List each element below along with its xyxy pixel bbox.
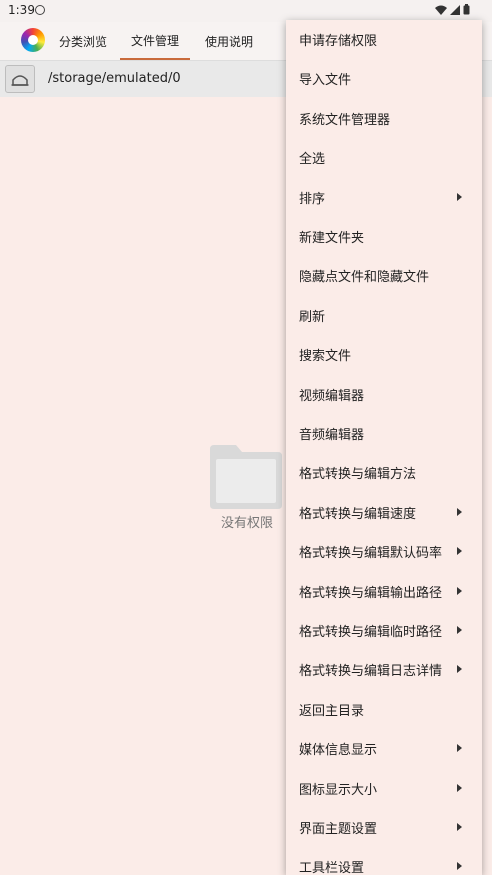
menu-item-label: 格式转换与编辑方法 [299, 467, 417, 483]
submenu-arrow-icon [457, 665, 462, 674]
status-icons [435, 4, 470, 15]
menu-item[interactable]: 导入文件 [286, 59, 482, 98]
folder-icon [210, 445, 282, 509]
menu-item[interactable]: 媒体信息显示 [286, 729, 482, 768]
status-time: 1:39 [8, 3, 35, 17]
menu-item-label: 媒体信息显示 [299, 743, 378, 759]
submenu-arrow-icon [457, 586, 462, 595]
menu-item[interactable]: 视频编辑器 [286, 375, 482, 414]
menu-item[interactable]: 刷新 [286, 296, 482, 335]
submenu-arrow-icon [457, 547, 462, 556]
menu-item[interactable]: 格式转换与编辑方法 [286, 453, 482, 492]
menu-item[interactable]: 新建文件夹 [286, 217, 482, 256]
submenu-arrow-icon [457, 192, 462, 201]
current-path: /storage/emulated/0 [48, 71, 181, 86]
menu-item[interactable]: 系统文件管理器 [286, 99, 482, 138]
menu-item[interactable]: 全选 [286, 138, 482, 177]
menu-item-label: 刷新 [299, 309, 326, 325]
menu-item[interactable]: 图标显示大小 [286, 769, 482, 808]
menu-item[interactable]: 格式转换与编辑临时路径 [286, 611, 482, 650]
menu-item[interactable]: 格式转换与编辑默认码率 [286, 532, 482, 571]
submenu-arrow-icon [457, 744, 462, 753]
home-button[interactable] [5, 65, 35, 93]
menu-item-label: 系统文件管理器 [299, 112, 391, 128]
menu-item-label: 视频编辑器 [299, 388, 365, 404]
menu-item[interactable]: 隐藏点文件和隐藏文件 [286, 256, 482, 295]
overflow-menu: 申请存储权限 导入文件系统文件管理器 全选排序新建文件夹隐藏点文件和隐藏文件 刷新搜索… [286, 20, 482, 875]
tab-instructions[interactable]: 使用说明 [198, 22, 260, 60]
menu-item-label: 格式转换与编辑日志详情 [299, 664, 443, 680]
menu-item-label: 全选 [299, 152, 326, 168]
wifi-icon [435, 5, 447, 15]
submenu-arrow-icon [457, 862, 462, 871]
menu-item-label: 排序 [299, 191, 326, 207]
menu-item[interactable]: 界面主题设置 [286, 808, 482, 847]
tab-file-manager[interactable]: 文件管理 [120, 22, 190, 60]
status-bar: 1:39 [0, 0, 492, 22]
menu-item-label: 隐藏点文件和隐藏文件 [299, 270, 430, 286]
empty-state-message: 没有权限 [221, 516, 274, 531]
submenu-arrow-icon [457, 507, 462, 516]
menu-item[interactable]: 格式转换与编辑速度 [286, 493, 482, 532]
menu-item-label: 新建文件夹 [299, 231, 365, 246]
submenu-arrow-icon [457, 783, 462, 792]
menu-item-label: 导入文件 [299, 73, 352, 89]
signal-icon [450, 4, 460, 15]
menu-item-label: 格式转换与编辑默认码率 [299, 546, 443, 562]
submenu-arrow-icon [457, 626, 462, 634]
menu-item[interactable]: 工具栏设置 [286, 847, 482, 875]
app-logo-icon[interactable] [21, 28, 45, 52]
menu-item-label: 格式转换与编辑速度 [299, 506, 417, 522]
menu-item-label: 格式转换与编辑临时路径 [299, 625, 443, 640]
menu-item[interactable]: 申请存储权限 [286, 20, 482, 59]
screen: 1:39 分类浏览 文件管理 使用说明 /storage/emulated/0 … [0, 0, 492, 875]
menu-item[interactable]: 格式转换与编辑输出路径 [286, 572, 482, 611]
menu-item[interactable]: 音频编辑器 [286, 414, 482, 453]
home-icon [11, 75, 29, 86]
menu-item-label: 工具栏设置 [299, 861, 365, 875]
tab-category-browse[interactable]: 分类浏览 [52, 22, 114, 60]
menu-item-label: 搜索文件 [299, 349, 352, 365]
menu-item-label: 音频编辑器 [299, 428, 365, 443]
menu-item-label: 格式转换与编辑输出路径 [299, 585, 443, 601]
menu-item[interactable]: 返回主目录 [286, 690, 482, 729]
menu-item-label: 返回主目录 [299, 703, 365, 719]
menu-item-label: 申请存储权限 [299, 34, 378, 49]
menu-item-label: 界面主题设置 [299, 822, 378, 837]
menu-item[interactable]: 格式转换与编辑日志详情 [286, 650, 482, 689]
battery-icon [463, 4, 470, 15]
notification-icon [35, 5, 45, 15]
menu-item[interactable]: 搜索文件 [286, 335, 482, 374]
menu-item[interactable]: 排序 [286, 178, 482, 217]
submenu-arrow-icon [457, 823, 462, 831]
menu-item-label: 图标显示大小 [299, 782, 378, 798]
